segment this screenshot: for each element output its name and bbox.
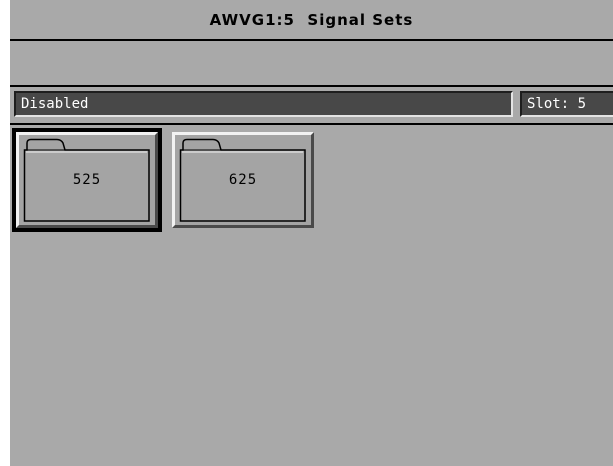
folder-label: 525 xyxy=(72,172,102,188)
slot-indicator: Slot: 5 xyxy=(520,91,613,117)
folder-label: 625 xyxy=(228,172,258,188)
title-bar: AWVG1:5 Signal Sets xyxy=(10,0,613,41)
status-strip: Disabled Slot: 5 xyxy=(10,85,613,125)
folder-button-625[interactable]: 625 xyxy=(172,132,314,228)
folder-button-525[interactable]: 525 xyxy=(12,128,162,232)
signal-sets-window: AWVG1:5 Signal Sets Disabled Slot: 5 525… xyxy=(10,0,613,466)
window-title: AWVG1:5 Signal Sets xyxy=(209,11,414,29)
status-state-field: Disabled xyxy=(14,91,513,117)
